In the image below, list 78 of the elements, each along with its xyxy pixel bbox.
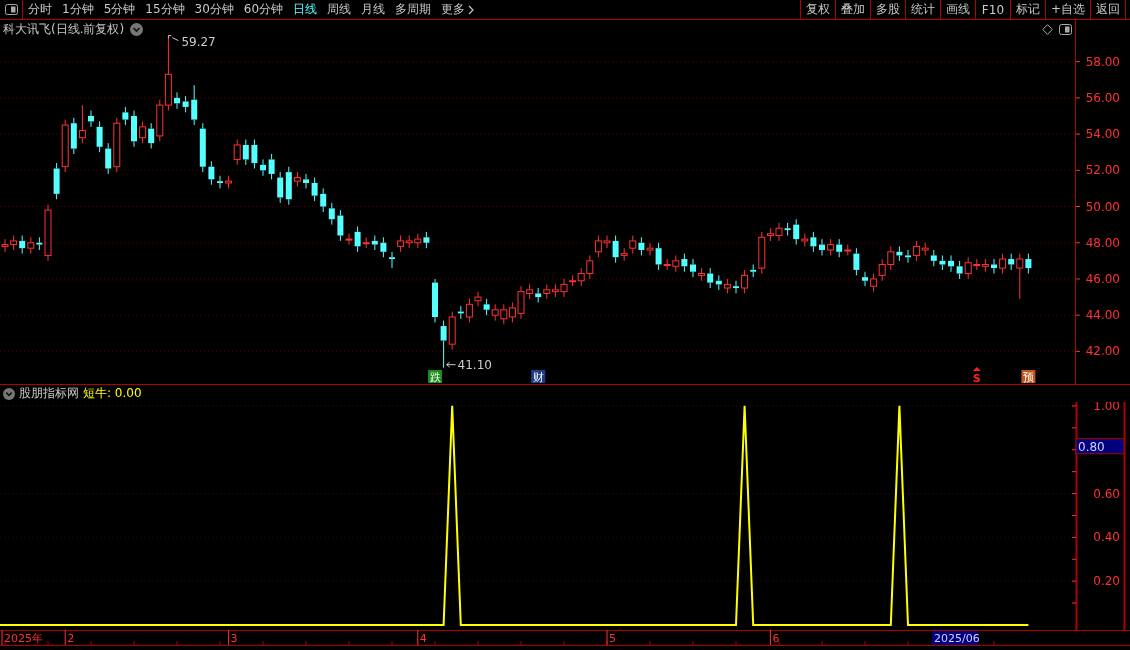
price-label: 46.00 — [1085, 271, 1120, 286]
candlestick — [819, 238, 825, 256]
cursor-value-label: 0.80 — [1075, 438, 1125, 455]
indicator-reading: 短牛: 0.00 — [83, 385, 142, 402]
toolbar-button[interactable]: F10 — [974, 0, 1010, 19]
price-label: 48.00 — [1085, 235, 1120, 250]
value-label: 0.20 — [1093, 574, 1120, 589]
candlestick — [88, 110, 94, 128]
signal-tag: 财 — [531, 370, 546, 384]
candlestick — [251, 139, 258, 169]
toolbar-button[interactable]: 返回 — [1090, 0, 1125, 19]
toolbar-button[interactable]: 复权 — [799, 0, 835, 19]
period-tab[interactable]: 5分钟 — [98, 0, 141, 19]
candlestick — [225, 175, 233, 189]
candlestick — [174, 91, 180, 110]
date-label: 6 — [772, 632, 780, 645]
toolbar-button[interactable]: 标记 — [1009, 0, 1045, 19]
signal-tag: 跌 — [428, 370, 442, 384]
candlestick — [733, 280, 739, 294]
dropdown-icon[interactable] — [130, 22, 144, 36]
dropdown-icon[interactable] — [3, 387, 15, 400]
period-tab[interactable]: 1分钟 — [57, 0, 99, 19]
more-button[interactable]: 更多 — [436, 0, 480, 19]
candlestick — [948, 254, 954, 273]
value-label: 0.40 — [1093, 530, 1120, 545]
candlestick — [96, 120, 103, 153]
stock-title: 科大讯飞(日线.前复权) — [3, 20, 125, 38]
candlestick — [131, 110, 137, 148]
candlestick — [260, 158, 266, 177]
price-label: 42.00 — [1085, 344, 1120, 359]
period-tab[interactable]: 日线 — [288, 0, 323, 19]
price-label: 44.00 — [1085, 308, 1120, 323]
signal-tag: 预 — [1021, 370, 1036, 384]
toolbar-button[interactable]: 多股 — [869, 0, 905, 19]
panel-toggle-icon[interactable] — [4, 4, 18, 15]
candlestick — [905, 249, 911, 264]
period-tab[interactable]: 30分钟 — [189, 0, 239, 19]
annotation: 41.10 — [457, 357, 492, 372]
candlestick — [182, 95, 189, 113]
date-label: 4 — [419, 632, 427, 645]
candlestick — [862, 271, 868, 287]
date-label: 5 — [609, 632, 616, 645]
toolbar-button[interactable]: 画线 — [939, 0, 975, 19]
sell-signal: S — [972, 372, 981, 384]
candlestick — [991, 258, 997, 275]
price-label: 52.00 — [1085, 163, 1120, 178]
date-label: 2 — [67, 632, 75, 645]
price-label: 58.00 — [1085, 54, 1120, 69]
period-tab[interactable]: 周线 — [322, 0, 357, 19]
date-label: 2025年 — [4, 632, 43, 645]
candlestick — [389, 251, 395, 269]
candlestick — [303, 173, 309, 189]
toolbar-button[interactable]: +自选 — [1044, 0, 1090, 19]
period-tab[interactable]: 分时 — [23, 0, 57, 19]
price-label: 54.00 — [1085, 127, 1120, 142]
candlestick — [690, 258, 696, 278]
candlestick — [217, 175, 223, 189]
price-label: 56.00 — [1085, 90, 1120, 105]
candlestick — [311, 177, 318, 202]
price-label: 50.00 — [1085, 199, 1120, 214]
panel-toggle-icon[interactable] — [1059, 23, 1072, 35]
period-tab[interactable]: 月线 — [356, 0, 391, 19]
candlestick — [268, 153, 275, 180]
diamond-icon[interactable] — [1042, 23, 1053, 35]
candlestick — [380, 236, 387, 258]
chevron-right-icon — [468, 4, 475, 15]
period-tab[interactable]: 多周期 — [390, 0, 437, 19]
date-label: 3 — [230, 632, 238, 645]
indicator-name: 股朋指标网 — [19, 385, 79, 402]
toolbar-button[interactable]: 统计 — [904, 0, 940, 19]
candlestick — [208, 160, 215, 186]
toolbar-button[interactable]: 叠加 — [834, 0, 870, 19]
candlestick — [939, 254, 946, 271]
period-tab[interactable]: 60分钟 — [238, 0, 289, 19]
period-tab[interactable]: 15分钟 — [140, 0, 190, 19]
value-label: 0.60 — [1093, 486, 1120, 501]
annotation: 59.27 — [181, 34, 216, 49]
candlestick — [432, 278, 438, 323]
